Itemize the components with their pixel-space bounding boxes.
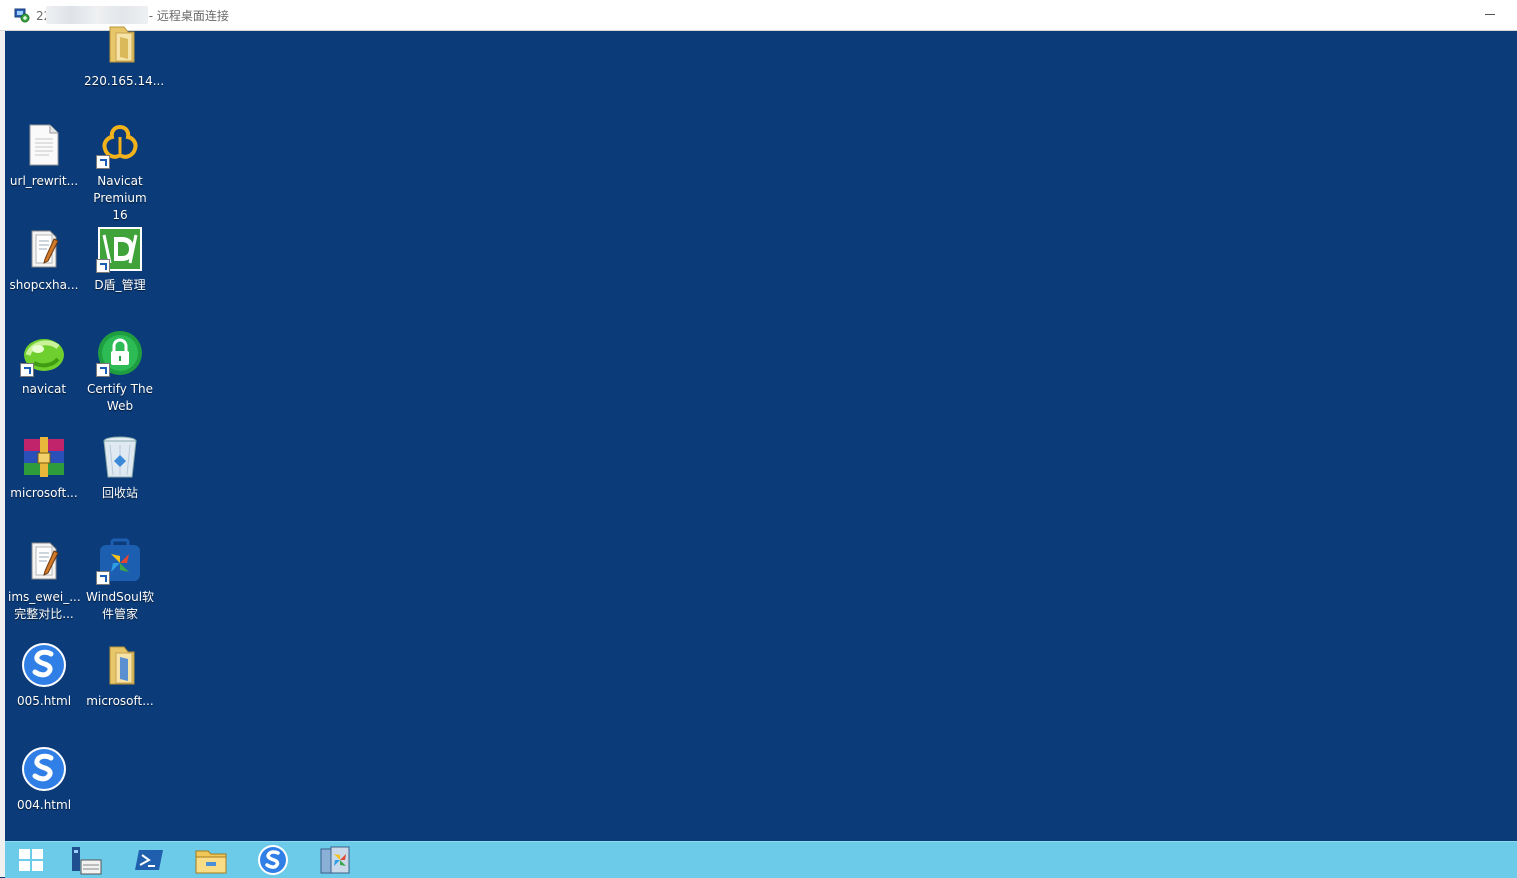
- shortcut-arrow-icon: [20, 363, 34, 377]
- desktop-icon-label: Navicat Premium 16: [93, 174, 147, 222]
- start-button[interactable]: [13, 844, 49, 876]
- desktop-icon-label: shopcxha...: [9, 278, 79, 292]
- start-icon: [19, 849, 43, 871]
- winrar-archive-icon: [20, 433, 68, 481]
- desktop-icon-label: microsoft...: [86, 694, 154, 708]
- minimize-button[interactable]: [1485, 14, 1495, 15]
- desktop-icon-navicat[interactable]: navicat: [6, 329, 82, 398]
- desktop-icon-label: Certify The Web: [87, 382, 153, 413]
- desktop-icon-folder-220[interactable]: 220.165.14...: [82, 21, 165, 90]
- script-file-icon: [20, 225, 68, 273]
- powershell-icon: [135, 850, 163, 870]
- shortcut-arrow-icon: [96, 571, 110, 585]
- file-explorer-button[interactable]: [193, 844, 229, 876]
- desktop-icon-label: url_rewrit...: [9, 174, 79, 188]
- lock-icon: [96, 329, 144, 377]
- desktop-icon-label: 回收站: [101, 486, 138, 500]
- server-manager-icon: [72, 847, 102, 875]
- desktop-icon-label: 004.html: [16, 798, 72, 812]
- desktop-icon-windsoul[interactable]: WindSoul软件管家: [82, 537, 158, 623]
- desktop-icon-microsoft-folder[interactable]: microsoft...: [82, 641, 158, 710]
- desktop-icon-label: 220.165.14...: [84, 74, 165, 88]
- text-file-icon: [20, 121, 68, 169]
- windsoul-icon: [96, 537, 144, 585]
- remote-desktop-area: 220.165.14... url_rewrit... Navicat Prem…: [5, 26, 1517, 841]
- script-file-icon: [20, 537, 68, 585]
- sogou-browser-button[interactable]: [255, 844, 291, 876]
- desktop-icon-005-html[interactable]: 005.html: [6, 641, 82, 710]
- navicat-premium-icon: [96, 121, 144, 169]
- desktop-icon-label: WindSoul软件管家: [85, 590, 155, 621]
- folder-icon: [96, 641, 144, 689]
- navicat-icon: [20, 329, 68, 377]
- desktop-icon-certify-the-web[interactable]: Certify The Web: [82, 329, 158, 415]
- powershell-button[interactable]: [131, 844, 167, 876]
- folder-icon: [96, 21, 144, 69]
- desktop-icon-d-dun[interactable]: D盾_管理: [82, 225, 158, 294]
- windsoul-icon: [320, 846, 350, 874]
- server-manager-button[interactable]: [69, 844, 105, 876]
- desktop-icon-label: microsoft...: [10, 486, 78, 500]
- desktop-icon-label: navicat: [21, 382, 67, 396]
- desktop-icon-004-html[interactable]: 004.html: [6, 745, 82, 814]
- shortcut-arrow-icon: [96, 155, 110, 169]
- desktop-icon-recycle-bin[interactable]: 回收站: [82, 433, 158, 502]
- sogou-browser-icon: [258, 845, 288, 875]
- desktop-icon-ims-ewei[interactable]: ims_ewei_... 完整对比...: [6, 537, 82, 623]
- shortcut-arrow-icon: [96, 259, 110, 273]
- d-shield-icon: [96, 225, 144, 273]
- remote-desktop-icon: [14, 8, 30, 23]
- desktop-icon-shopcxha[interactable]: shopcxha...: [6, 225, 82, 294]
- desktop-icon-label: D盾_管理: [94, 278, 146, 292]
- desktop-icon-label: ims_ewei_... 完整对比...: [8, 590, 81, 621]
- window-title-bar[interactable]: 22 5 - 远程桌面连接: [0, 0, 1517, 31]
- desktop-icon-microsoft-archive[interactable]: microsoft...: [6, 433, 82, 502]
- sogou-browser-icon: [20, 745, 68, 793]
- desktop-icon-navicat-premium[interactable]: Navicat Premium 16: [82, 121, 158, 224]
- desktop-icon-url-rewrite[interactable]: url_rewrit...: [6, 121, 82, 190]
- shortcut-arrow-icon: [96, 363, 110, 377]
- file-explorer-icon: [195, 850, 227, 874]
- taskbar: [5, 841, 1517, 878]
- sogou-browser-icon: [20, 641, 68, 689]
- desktop-icon-label: 005.html: [16, 694, 72, 708]
- windsoul-button[interactable]: [317, 844, 353, 876]
- recycle-bin-icon: [96, 433, 144, 481]
